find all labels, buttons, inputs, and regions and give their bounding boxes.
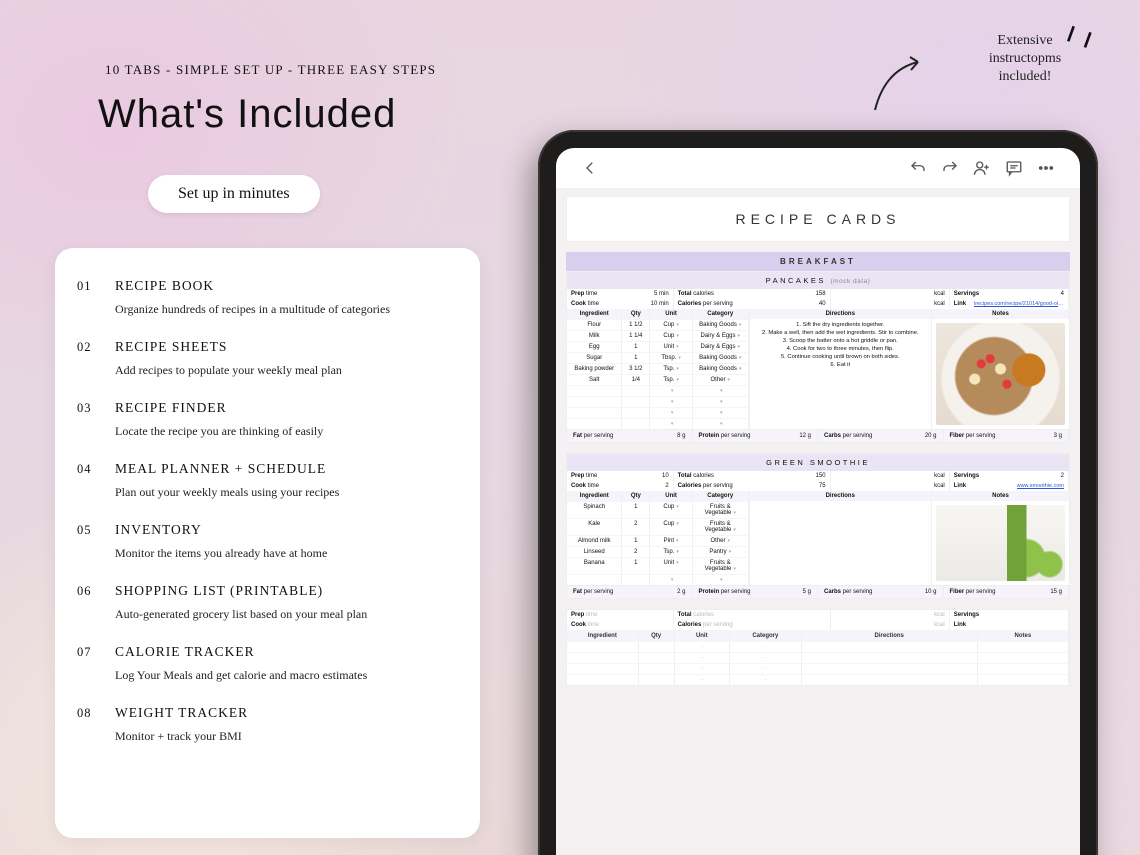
feature-list-card: 01 RECIPE BOOK Organize hundreds of reci…: [55, 248, 480, 838]
feature-number: 04: [77, 461, 115, 500]
feature-desc: Add recipes to populate your weekly meal…: [115, 363, 458, 378]
feature-desc: Auto-generated grocery list based on you…: [115, 607, 458, 622]
annotation-line: included!: [965, 68, 1085, 86]
ingredient-row: Salt1/4Tsp.Other: [567, 374, 749, 385]
annotation-line: instructopms: [965, 50, 1085, 68]
direction-step: 1. Sift the dry ingredients together.: [754, 321, 928, 329]
setup-pill: Set up in minutes: [148, 175, 320, 213]
direction-step: 6. Eat it: [754, 361, 928, 369]
feature-number: 07: [77, 644, 115, 683]
recipe-name: PANCAKES (mock data): [567, 272, 1069, 289]
recipe-photo: [936, 323, 1065, 425]
redo-icon[interactable]: [941, 159, 959, 177]
recipe-card-blank: Prep time Total calories kcal Servings C…: [566, 609, 1070, 686]
feature-title: RECIPE BOOK: [115, 278, 458, 294]
back-icon[interactable]: [581, 159, 599, 177]
feature-title: RECIPE SHEETS: [115, 339, 458, 355]
arrow-icon: [870, 50, 930, 120]
ingredient-row: Baking powder3 1/2Tsp.Baking Goods: [567, 363, 749, 374]
ingredient-row: Flour1 1/2CupBaking Goods: [567, 319, 749, 330]
recipe-card: PANCAKES (mock data) Prep time5 min Tota…: [566, 271, 1070, 443]
feature-number: 08: [77, 705, 115, 744]
feature-number: 03: [77, 400, 115, 439]
ingredient-row: Milk1 1/4CupDairy & Eggs: [567, 330, 749, 341]
doc-title: RECIPE CARDS: [566, 196, 1070, 242]
tablet-screen: RECIPE CARDS BREAKFAST PANCAKES (mock da…: [556, 148, 1080, 855]
ingredient-row: Spinach1CupFruits & Vegetable: [567, 501, 749, 518]
feature-title: CALORIE TRACKER: [115, 644, 458, 660]
feature-number: 01: [77, 278, 115, 317]
feature-desc: Organize hundreds of recipes in a multit…: [115, 302, 458, 317]
more-icon[interactable]: [1037, 159, 1055, 177]
recipe-card: GREEN SMOOTHIE Prep time10 Total calorie…: [566, 453, 1070, 599]
feature-item: 02 RECIPE SHEETS Add recipes to populate…: [77, 339, 458, 378]
eyebrow-text: 10 TABS - SIMPLE SET UP - THREE EASY STE…: [105, 62, 436, 78]
recipe-name: GREEN SMOOTHIE: [567, 454, 1069, 471]
feature-title: SHOPPING LIST (PRINTABLE): [115, 583, 458, 599]
direction-step: 2. Make a well, then add the wet ingredi…: [754, 329, 928, 337]
feature-item: 06 SHOPPING LIST (PRINTABLE) Auto-genera…: [77, 583, 458, 622]
feature-title: INVENTORY: [115, 522, 458, 538]
feature-desc: Monitor the items you already have at ho…: [115, 546, 458, 561]
direction-step: 3. Scoop the batter onto a hot griddle o…: [754, 337, 928, 345]
page-title: What's Included: [98, 92, 396, 137]
app-toolbar: [556, 148, 1080, 188]
document-area: RECIPE CARDS BREAKFAST PANCAKES (mock da…: [556, 188, 1080, 855]
ingredient-row: Kale2CupFruits & Vegetable: [567, 518, 749, 535]
ingredient-row: Egg1UnitDairy & Eggs: [567, 341, 749, 352]
recipe-photo: [936, 505, 1065, 581]
undo-icon[interactable]: [909, 159, 927, 177]
feature-desc: Monitor + track your BMI: [115, 729, 458, 744]
feature-item: 07 CALORIE TRACKER Log Your Meals and ge…: [77, 644, 458, 683]
feature-desc: Locate the recipe you are thinking of ea…: [115, 424, 458, 439]
feature-desc: Plan out your weekly meals using your re…: [115, 485, 458, 500]
recipe-link[interactable]: lrecipes.com/recipe/21014/good-old-fashi…: [974, 301, 1064, 307]
recipe-link[interactable]: www.smoothie.com: [1017, 483, 1064, 489]
feature-title: MEAL PLANNER + SCHEDULE: [115, 461, 458, 477]
feature-title: WEIGHT TRACKER: [115, 705, 458, 721]
annotation-callout: Extensive instructopms included!: [965, 32, 1085, 87]
feature-item: 01 RECIPE BOOK Organize hundreds of reci…: [77, 278, 458, 317]
feature-number: 02: [77, 339, 115, 378]
tablet-frame: RECIPE CARDS BREAKFAST PANCAKES (mock da…: [538, 130, 1098, 855]
direction-step: 5. Continue cooking until brown on both …: [754, 353, 928, 361]
feature-item: 08 WEIGHT TRACKER Monitor + track your B…: [77, 705, 458, 744]
comment-icon[interactable]: [1005, 159, 1023, 177]
feature-item: 04 MEAL PLANNER + SCHEDULE Plan out your…: [77, 461, 458, 500]
feature-desc: Log Your Meals and get calorie and macro…: [115, 668, 458, 683]
feature-number: 06: [77, 583, 115, 622]
feature-item: 05 INVENTORY Monitor the items you alrea…: [77, 522, 458, 561]
feature-title: RECIPE FINDER: [115, 400, 458, 416]
feature-number: 05: [77, 522, 115, 561]
add-user-icon[interactable]: [973, 159, 991, 177]
feature-item: 03 RECIPE FINDER Locate the recipe you a…: [77, 400, 458, 439]
ingredient-row: Sugar1Tbsp.Baking Goods: [567, 352, 749, 363]
annotation-line: Extensive: [965, 32, 1085, 50]
ingredient-row: Banana1UnitFruits & Vegetable: [567, 557, 749, 574]
ingredient-row: Linseed2Tsp.Pantry: [567, 546, 749, 557]
section-header: BREAKFAST: [566, 252, 1070, 271]
direction-step: 4. Cook for two to three minutes, then f…: [754, 345, 928, 353]
ingredient-row: Almond milk1PintOther: [567, 535, 749, 546]
